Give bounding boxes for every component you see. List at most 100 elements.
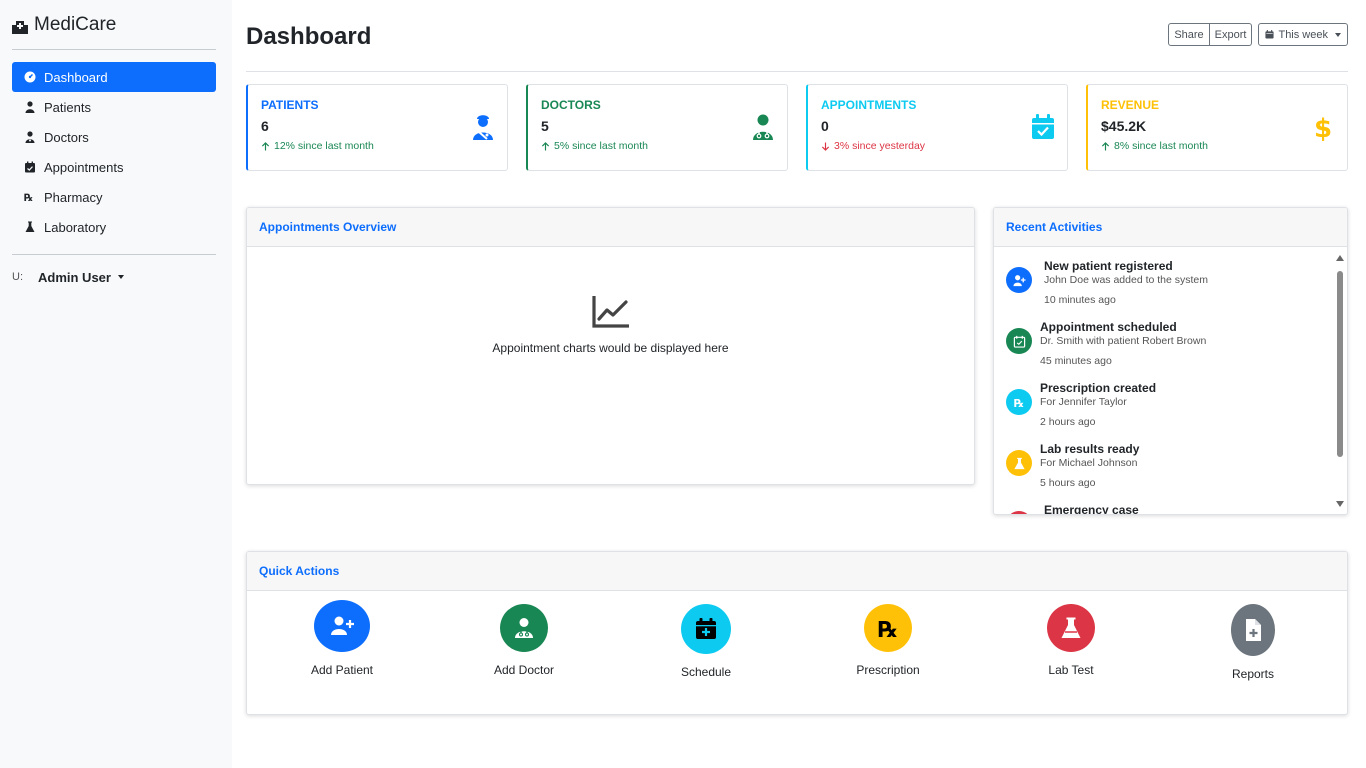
add-patient-button[interactable]: Add Patient: [282, 600, 402, 677]
gauge-icon: [24, 71, 36, 83]
stat-value: 5: [541, 118, 549, 134]
toolbar: Share Export This week: [1168, 23, 1348, 46]
sidebar-item-label: Doctors: [44, 129, 89, 145]
stat-trend-text: 8% since last month: [1114, 140, 1208, 152]
stat-trend-text: 12% since last month: [274, 140, 374, 152]
share-button[interactable]: Share: [1168, 23, 1210, 46]
scroll-down-arrow-icon[interactable]: [1336, 501, 1344, 507]
list-item[interactable]: Emergency case: [1006, 503, 1139, 514]
action-label: Schedule: [680, 665, 732, 679]
add-doctor-button[interactable]: Add Doctor: [464, 604, 584, 677]
main-content: Dashboard Share Export This week PATIENT…: [246, 0, 1348, 715]
activity-scrollbar[interactable]: [1333, 247, 1347, 514]
action-icon-badge: ℞: [864, 604, 912, 652]
activity-list: New patient registered John Doe was adde…: [994, 247, 1335, 514]
list-item[interactable]: ℞ Prescription created For Jennifer Tayl…: [1006, 381, 1156, 428]
svg-text:℞: ℞: [24, 193, 33, 203]
sidebar-item-laboratory[interactable]: Laboratory: [12, 212, 216, 242]
activity-desc: Dr. Smith with patient Robert Brown: [1040, 335, 1207, 347]
doctor-icon: [753, 114, 773, 140]
card-title: Appointments Overview: [247, 208, 974, 247]
activity-desc: John Doe was added to the system: [1044, 274, 1209, 286]
prescription-icon: ℞: [878, 618, 898, 640]
calendar-check-icon: [1032, 114, 1054, 139]
activity-title: New patient registered: [1044, 259, 1173, 273]
action-icon-badge: [314, 600, 370, 652]
arrow-down-icon: [821, 141, 830, 151]
user-injured-icon: [25, 101, 35, 113]
stat-label: APPOINTMENTS: [821, 98, 917, 112]
action-icon-badge: [1047, 604, 1095, 652]
sidebar-item-patients[interactable]: Patients: [12, 92, 216, 122]
schedule-button[interactable]: Schedule: [646, 604, 766, 679]
sidebar-item-dashboard[interactable]: Dashboard: [12, 62, 216, 92]
flask-icon: [25, 221, 35, 232]
page-header: Dashboard Share Export This week: [246, 0, 1348, 72]
page-title: Dashboard: [246, 22, 372, 50]
list-item[interactable]: Appointment scheduled Dr. Smith with pat…: [1006, 320, 1206, 367]
period-label: This week: [1278, 28, 1328, 41]
lab-test-button[interactable]: Lab Test: [1011, 604, 1131, 677]
brand-name: MediCare: [34, 13, 117, 35]
stat-card-revenue[interactable]: REVENUE $45.2K 8% since last month $: [1086, 84, 1348, 171]
calendar-plus-icon: [696, 618, 716, 639]
period-dropdown[interactable]: This week: [1258, 23, 1348, 46]
activity-icon-badge: [1006, 267, 1032, 293]
caret-down-icon: [1335, 32, 1341, 37]
scroll-thumb[interactable]: [1337, 271, 1343, 457]
stat-label: REVENUE: [1101, 98, 1160, 112]
sidebar-item-appointments[interactable]: Appointments: [12, 152, 216, 182]
sidebar-item-label: Laboratory: [44, 219, 107, 235]
stat-trend: 5% since last month: [541, 140, 774, 152]
activity-time: 5 hours ago: [1040, 477, 1096, 489]
flask-icon: [1061, 617, 1081, 638]
svg-text:℞: ℞: [878, 618, 898, 640]
card-title: Recent Activities: [994, 208, 1347, 247]
sidebar-item-pharmacy[interactable]: ℞ Pharmacy: [12, 182, 216, 212]
avatar: U:: [12, 271, 23, 283]
activity-icon-badge: [1006, 511, 1032, 514]
user-menu[interactable]: U: Admin User: [12, 267, 216, 287]
brand[interactable]: MediCare: [12, 0, 216, 50]
user-plus-icon: [331, 616, 354, 635]
appointments-overview-card: Appointments Overview Appointment charts…: [246, 207, 975, 485]
flask-icon: [1013, 457, 1025, 469]
action-label: Prescription: [856, 663, 920, 677]
activity-icon-badge: [1006, 328, 1032, 354]
sidebar-item-label: Dashboard: [44, 69, 108, 85]
stat-card-appointments[interactable]: APPOINTMENTS 0 3% since yesterday: [806, 84, 1068, 171]
sidebar-item-doctors[interactable]: Doctors: [12, 122, 216, 152]
activity-time: 2 hours ago: [1040, 416, 1096, 428]
prescription-icon: ℞: [1013, 397, 1023, 409]
calendar-check-icon: [1013, 335, 1025, 348]
activity-desc: For Michael Johnson: [1040, 457, 1138, 469]
hospital-icon: [12, 18, 28, 34]
sidebar: MediCare Dashboard Patients Doctors Appo…: [0, 0, 232, 768]
activity-time: 10 minutes ago: [1044, 294, 1116, 306]
activity-time: 45 minutes ago: [1040, 355, 1112, 367]
stat-label: PATIENTS: [261, 98, 319, 112]
list-item[interactable]: Lab results ready For Michael Johnson 5 …: [1006, 442, 1139, 489]
activity-desc: For Jennifer Taylor: [1040, 396, 1127, 408]
action-icon-badge: [500, 604, 548, 652]
stat-label: DOCTORS: [541, 98, 601, 112]
card-title: Quick Actions: [247, 552, 1347, 591]
stat-trend-text: 5% since last month: [554, 140, 648, 152]
export-button[interactable]: Export: [1209, 23, 1253, 46]
action-icon-badge: [1231, 604, 1275, 656]
arrow-up-icon: [261, 141, 270, 151]
activity-title: Prescription created: [1040, 381, 1157, 395]
stat-card-patients[interactable]: PATIENTS 6 12% since last month: [246, 84, 508, 171]
sidebar-divider: [12, 254, 216, 255]
scroll-up-arrow-icon[interactable]: [1336, 255, 1344, 261]
reports-button[interactable]: Reports: [1193, 604, 1313, 681]
action-label: Add Patient: [310, 663, 374, 677]
stat-card-doctors[interactable]: DOCTORS 5 5% since last month: [526, 84, 788, 171]
quick-actions-card: Quick Actions Add Patient Add Doctor Sch…: [246, 551, 1348, 715]
share-export-group: Share Export: [1168, 23, 1253, 46]
stat-trend: 8% since last month: [1101, 140, 1334, 152]
user-doctor-icon: [25, 131, 35, 143]
list-item[interactable]: New patient registered John Doe was adde…: [1006, 259, 1208, 306]
svg-text:℞: ℞: [1013, 397, 1023, 409]
prescription-button[interactable]: ℞ Prescription: [828, 604, 948, 677]
